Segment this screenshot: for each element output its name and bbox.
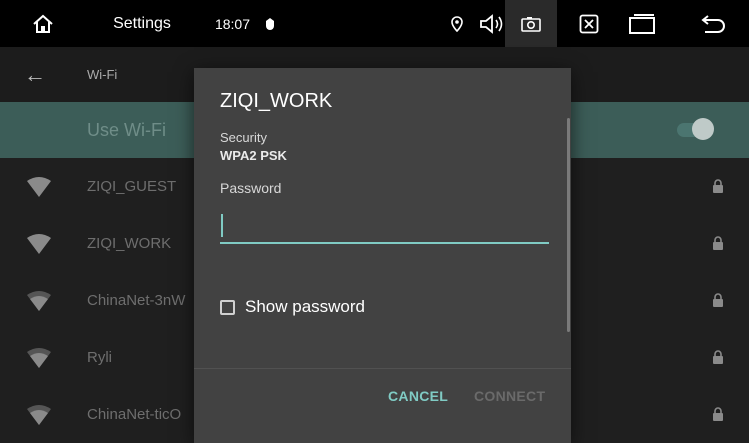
dialog-scrollbar[interactable] (567, 118, 570, 332)
security-label: Security (220, 130, 267, 145)
page-title: Wi-Fi (87, 67, 118, 82)
wifi-signal-icon (27, 405, 51, 425)
wifi-toggle-thumb[interactable] (692, 118, 714, 140)
location-icon (447, 0, 467, 47)
security-value: WPA2 PSK (220, 148, 287, 163)
password-input[interactable] (220, 208, 549, 244)
home-icon[interactable] (23, 0, 63, 47)
connect-button[interactable]: CONNECT (474, 388, 545, 404)
status-bar: Settings 18:07 (0, 0, 749, 47)
network-name: ChinaNet-ticO (87, 406, 182, 423)
show-password-checkbox[interactable] (220, 299, 235, 315)
recent-apps-icon[interactable] (622, 0, 662, 47)
network-name: ZIQI_WORK (87, 235, 172, 252)
wifi-signal-icon (27, 291, 51, 311)
lock-icon (713, 293, 723, 307)
lock-icon (713, 179, 723, 193)
show-password-label[interactable]: Show password (245, 297, 365, 317)
wifi-signal-icon (27, 234, 51, 254)
show-password-row[interactable]: Show password (220, 297, 365, 317)
network-name: ZIQI_GUEST (87, 178, 177, 195)
wifi-password-dialog: ZIQI_WORK Security WPA2 PSK Password Sho… (194, 68, 571, 443)
cancel-button[interactable]: CANCEL (388, 388, 448, 404)
text-cursor (221, 214, 223, 237)
use-wifi-label: Use Wi-Fi (87, 119, 166, 140)
lock-icon (713, 350, 723, 364)
screenshot-icon[interactable] (505, 0, 557, 47)
lock-icon (713, 407, 723, 421)
clock: 18:07 (214, 15, 251, 32)
password-label: Password (220, 180, 282, 196)
back-icon[interactable] (696, 0, 730, 47)
network-name: ChinaNet-3nW (87, 292, 186, 309)
network-name: Ryli (87, 349, 112, 366)
app-title: Settings (113, 14, 171, 32)
close-box-icon[interactable] (571, 0, 607, 47)
wifi-signal-icon (27, 177, 51, 197)
notification-dot-icon (263, 0, 277, 47)
arrow-left-icon[interactable]: ← (24, 47, 46, 102)
lock-icon (713, 236, 723, 250)
dialog-title: ZIQI_WORK (220, 90, 333, 112)
divider (194, 368, 571, 369)
wifi-signal-icon (27, 348, 51, 368)
